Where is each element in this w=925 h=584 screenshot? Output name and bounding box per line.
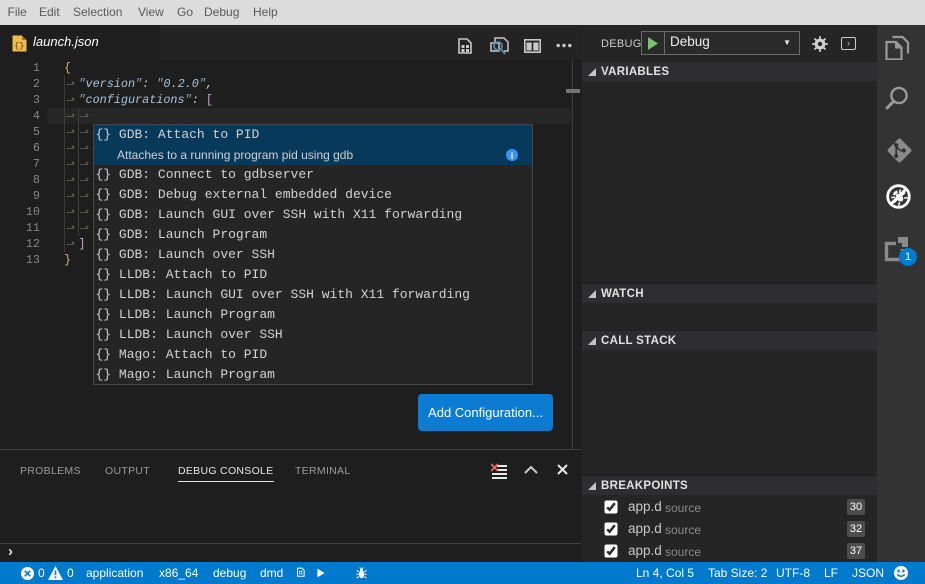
svg-text:{}: {} [14, 41, 24, 51]
